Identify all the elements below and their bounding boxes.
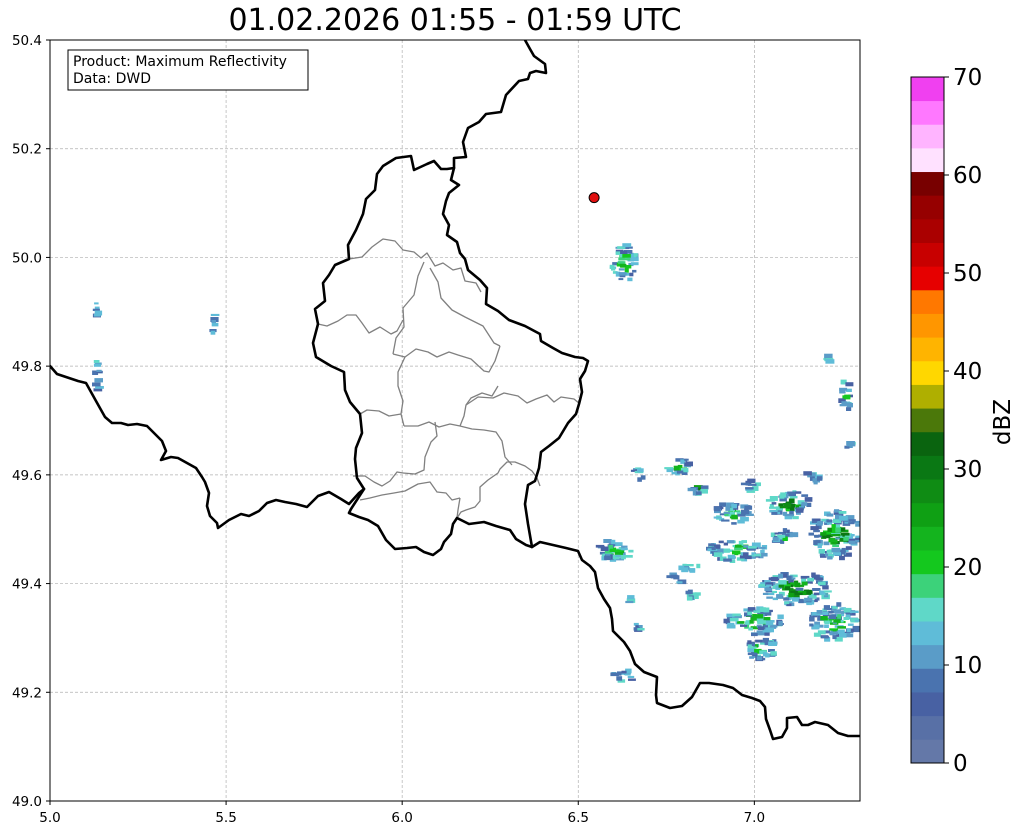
colorbar-segment <box>911 289 944 314</box>
plot-area <box>50 40 860 801</box>
colorbar-segment <box>911 337 944 362</box>
colorbar-label: dBZ <box>990 399 1016 445</box>
colorbar-ticks: 0 10 20 30 40 50 60 70 <box>944 65 982 777</box>
y-tick-label: 50.2 <box>12 142 42 158</box>
colorbar-segment <box>911 218 944 243</box>
y-tick-label: 50.4 <box>12 33 42 49</box>
colorbar-segment <box>911 195 944 220</box>
colorbar-segment <box>911 692 944 717</box>
colorbar-segment <box>911 621 944 646</box>
info-box: Product: Maximum Reflectivity Data: DWD <box>67 49 309 91</box>
colorbar-segment <box>911 147 944 173</box>
info-product: Product: Maximum Reflectivity <box>73 54 287 70</box>
colorbar-segment <box>911 739 944 764</box>
colorbar-segment <box>911 313 944 338</box>
colorbar-segment <box>911 479 944 504</box>
y-tick-label: 49.6 <box>12 468 42 484</box>
info-data-source: Data: DWD <box>73 71 151 87</box>
colorbar-tick-label: 40 <box>953 359 982 385</box>
colorbar-tick-label: 20 <box>953 555 982 581</box>
radar-map-figure: 5.0 5.5 6.0 6.5 7.0 49.0 49.2 49.4 49.6 49.8 50.0… <box>12 33 1016 826</box>
colorbar-segment <box>911 550 944 575</box>
colorbar-tick-label: 0 <box>953 751 968 777</box>
colorbar-segment <box>911 384 944 409</box>
y-tick-label: 49.8 <box>12 359 42 375</box>
colorbar-segment <box>911 360 944 385</box>
colorbar-segment <box>911 242 944 267</box>
location-marker <box>588 192 600 204</box>
colorbar-segment <box>911 171 944 196</box>
colorbar-tick-label: 50 <box>953 261 982 287</box>
colorbar-tick-label: 10 <box>953 653 982 679</box>
colorbar-segment <box>911 455 944 480</box>
y-tick-label: 49.2 <box>12 685 42 701</box>
colorbar-segment <box>911 573 944 598</box>
colorbar-segment <box>911 77 944 102</box>
colorbar-segment <box>911 431 944 456</box>
colorbar-segment <box>911 597 944 622</box>
colorbar-segment <box>911 408 944 433</box>
colorbar-tick-label: 70 <box>953 65 982 91</box>
colorbar-segment <box>911 100 944 125</box>
x-tick-label: 6.5 <box>568 810 589 826</box>
colorbar-segment <box>911 124 944 149</box>
colorbar-segment <box>911 502 944 527</box>
colorbar-segment <box>911 668 944 693</box>
colorbar-tick-label: 30 <box>953 457 982 483</box>
colorbar-segment <box>911 715 944 740</box>
x-tick-label: 7.0 <box>744 810 765 826</box>
colorbar-segment <box>911 526 944 551</box>
colorbar-segment <box>911 644 944 669</box>
x-axis-ticks: 5.0 5.5 6.0 6.5 7.0 <box>39 801 765 826</box>
y-tick-label: 49.0 <box>12 794 42 810</box>
y-tick-label: 49.4 <box>12 577 42 593</box>
colorbar <box>910 76 945 764</box>
y-axis-ticks: 49.0 49.2 49.4 49.6 49.8 50.0 50.2 50.4 <box>12 33 50 810</box>
y-tick-label: 50.0 <box>12 250 42 266</box>
x-tick-label: 5.0 <box>39 810 60 826</box>
colorbar-tick-label: 60 <box>953 163 982 189</box>
x-tick-label: 5.5 <box>215 810 236 826</box>
colorbar-segment <box>911 266 944 291</box>
x-tick-label: 6.0 <box>391 810 412 826</box>
marker-dot <box>588 192 600 204</box>
